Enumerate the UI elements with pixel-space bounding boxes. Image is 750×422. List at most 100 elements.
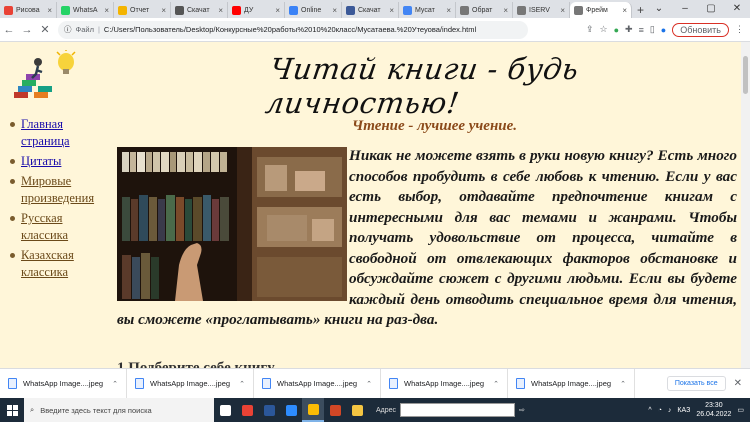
- puzzle-extensions-icon[interactable]: ✚: [625, 24, 633, 35]
- download-item[interactable]: WhatsApp Image....jpeg ⌃: [0, 368, 127, 399]
- nav-link[interactable]: Цитаты: [21, 153, 61, 170]
- word-icon[interactable]: [258, 398, 280, 422]
- explorer-icon[interactable]: [346, 398, 368, 422]
- volume-icon[interactable]: ♪: [668, 407, 672, 414]
- close-tab-icon[interactable]: ×: [275, 6, 280, 15]
- reading-list-icon[interactable]: ≡: [639, 25, 644, 35]
- clock[interactable]: 23:30 26.04.2022: [696, 401, 731, 419]
- nav-item: Цитаты: [10, 153, 110, 170]
- tab-title: Скачат: [187, 6, 210, 14]
- menu-dots-icon[interactable]: ⋮: [735, 24, 744, 35]
- browser-tab[interactable]: ISERV ×: [513, 2, 570, 18]
- browser-tab[interactable]: WhatsA ×: [57, 2, 114, 18]
- download-item[interactable]: WhatsApp Image....jpeg ⌃: [381, 368, 508, 399]
- browser-tab[interactable]: Скачат ×: [171, 2, 228, 18]
- nav-link[interactable]: Казахская классика: [21, 247, 110, 281]
- nav-link[interactable]: Главная страница: [21, 116, 110, 150]
- intro-paragraph: Никак не можете взять в руки новую книгу…: [117, 146, 737, 331]
- download-item[interactable]: WhatsApp Image....jpeg ⌃: [254, 368, 381, 399]
- browser-tab[interactable]: Отчет ×: [114, 2, 171, 18]
- update-button[interactable]: Обновить: [672, 22, 729, 37]
- download-item[interactable]: WhatsApp Image....jpeg ⌃: [508, 368, 635, 399]
- language-indicator[interactable]: КАЗ: [677, 407, 690, 414]
- back-button[interactable]: ←: [0, 24, 18, 36]
- page-headline: Читай книги - будь личностью!: [263, 52, 581, 120]
- whatsapp-icon: [61, 5, 70, 15]
- tray-chevron-icon[interactable]: ^: [648, 407, 651, 414]
- browser-tab[interactable]: Фрейм ×: [570, 2, 632, 18]
- browser-tab[interactable]: ДУ ×: [228, 2, 285, 18]
- download-options-icon[interactable]: ⌃: [239, 380, 245, 388]
- forward-button[interactable]: →: [18, 24, 36, 36]
- taskbar-search-box[interactable]: ⌕ Введите здесь текст для поиска: [24, 398, 214, 422]
- download-options-icon[interactable]: ⌃: [112, 380, 118, 388]
- bookmark-star-icon[interactable]: ☆: [600, 24, 608, 35]
- show-all-downloads-button[interactable]: Показать все: [666, 376, 726, 391]
- taskview-icon[interactable]: [214, 398, 236, 422]
- bullet-icon: [10, 122, 15, 127]
- close-tab-icon[interactable]: ×: [332, 6, 337, 15]
- network-icon[interactable]: ◔: [658, 407, 662, 414]
- stop-loading-button[interactable]: ✕: [36, 23, 54, 36]
- sidepanel-icon[interactable]: ▯: [650, 24, 655, 35]
- tab-search-icon[interactable]: ⌄: [646, 0, 672, 18]
- reading-logo-icon: [14, 50, 76, 98]
- address-url[interactable]: C:/Users/Пользователь/Desktop/Конкурсные…: [104, 25, 476, 34]
- scrollbar-thumb[interactable]: [743, 56, 748, 94]
- close-tab-icon[interactable]: ×: [560, 6, 565, 15]
- page-icon: [574, 5, 583, 15]
- windows-taskbar: ⌕ Введите здесь текст для поиска Адрес ⇨…: [0, 398, 750, 422]
- windows-start-button[interactable]: [0, 398, 24, 422]
- extension-green-icon[interactable]: ●: [614, 25, 619, 35]
- browser-tab[interactable]: Online ×: [285, 2, 342, 18]
- download-options-icon[interactable]: ⌃: [493, 380, 499, 388]
- bullet-icon: [10, 159, 15, 164]
- download-item[interactable]: WhatsApp Image....jpeg ⌃: [127, 368, 254, 399]
- image-file-icon: [389, 378, 398, 389]
- close-tab-icon[interactable]: ×: [622, 6, 627, 15]
- nav-item: Казахская классика: [10, 247, 110, 281]
- address-toolbar-input[interactable]: [400, 403, 516, 417]
- youtube-icon: [232, 5, 241, 15]
- window-controls: ⌄ – ▢ ✕: [646, 0, 750, 18]
- close-tab-icon[interactable]: ×: [104, 6, 109, 15]
- close-tab-icon[interactable]: ×: [446, 6, 451, 15]
- close-tab-icon[interactable]: ×: [503, 6, 508, 15]
- address-go-icon[interactable]: ⇨: [519, 406, 525, 414]
- nav-link[interactable]: Мировые произведения: [21, 173, 110, 207]
- globe-icon: [460, 5, 469, 15]
- page-viewport: Читай книги - будь личностью! Главная ст…: [0, 42, 741, 368]
- paint-icon[interactable]: [236, 398, 258, 422]
- tab-title: WhatsA: [73, 6, 98, 14]
- minimize-button[interactable]: –: [672, 0, 698, 18]
- page-scrollbar[interactable]: [741, 42, 750, 368]
- browser-tab[interactable]: Обрат ×: [456, 2, 513, 18]
- close-downloads-icon[interactable]: ✕: [726, 378, 750, 389]
- image-file-icon: [516, 378, 525, 389]
- close-window-button[interactable]: ✕: [724, 0, 750, 18]
- nav-link[interactable]: Русская классика: [21, 210, 110, 244]
- tab-title: Мусат: [415, 6, 435, 14]
- download-items: WhatsApp Image....jpeg ⌃ WhatsApp Image...…: [0, 368, 635, 399]
- share-icon[interactable]: ⇪: [586, 24, 594, 35]
- maximize-button[interactable]: ▢: [698, 0, 724, 18]
- close-tab-icon[interactable]: ×: [161, 6, 166, 15]
- download-options-icon[interactable]: ⌃: [366, 380, 372, 388]
- tab-title: ДУ: [244, 6, 254, 14]
- colors-icon: [4, 5, 13, 15]
- close-tab-icon[interactable]: ×: [389, 6, 394, 15]
- info-icon[interactable]: ⓘ: [64, 24, 72, 35]
- download-options-icon[interactable]: ⌃: [620, 380, 626, 388]
- close-tab-icon[interactable]: ×: [218, 6, 223, 15]
- address-bar[interactable]: ⓘ Файл | C:/Users/Пользователь/Desktop/К…: [58, 20, 528, 39]
- close-tab-icon[interactable]: ×: [47, 6, 52, 15]
- browser-tab[interactable]: Рисова ×: [0, 2, 57, 18]
- powerpoint-icon[interactable]: [324, 398, 346, 422]
- zoom-icon[interactable]: [280, 398, 302, 422]
- tab-title: Фрейм: [586, 6, 608, 14]
- profile-avatar[interactable]: ●: [661, 25, 666, 35]
- browser-tab[interactable]: Скачат ×: [342, 2, 399, 18]
- browser-tab[interactable]: Мусат ×: [399, 2, 456, 18]
- notifications-icon[interactable]: ▭: [737, 406, 744, 414]
- chrome-icon[interactable]: [302, 398, 324, 422]
